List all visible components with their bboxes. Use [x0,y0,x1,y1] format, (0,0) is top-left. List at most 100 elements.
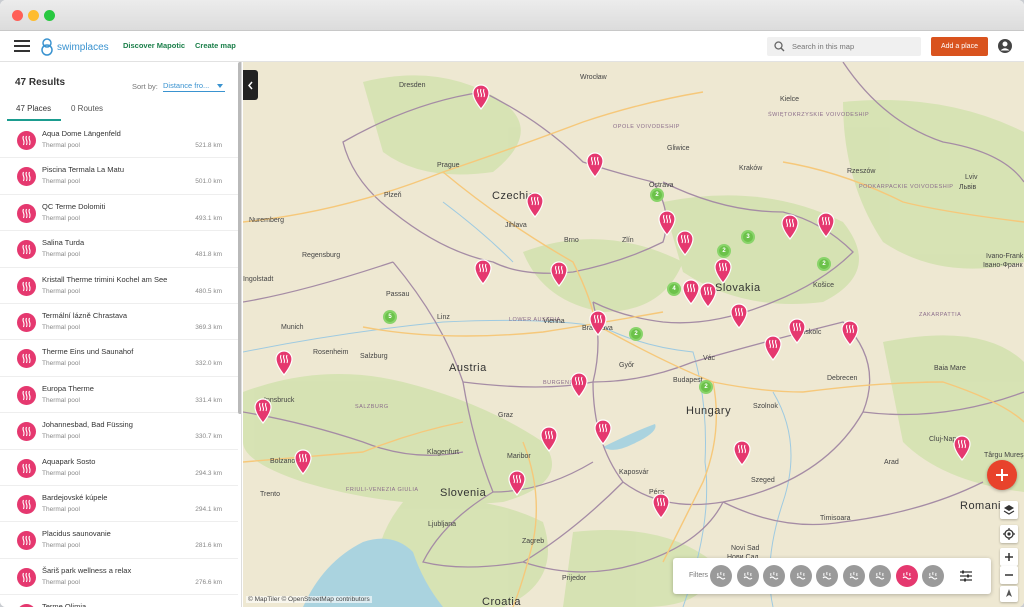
marker-cluster[interactable]: 4 [667,282,681,296]
thermal-pool-marker-icon[interactable] [253,398,273,424]
marker-cluster[interactable]: 2 [717,244,731,258]
region-label: ZAKARPATTIA [919,312,962,318]
thermal-pool-marker-icon[interactable] [952,435,972,461]
thermal-pool-marker-icon[interactable] [525,192,545,218]
lifebuoy-filter-icon[interactable] [869,565,891,587]
thermal-pool-marker-icon[interactable] [539,426,559,452]
list-item[interactable]: Šariš park wellness a relax Thermal pool 2… [0,559,238,596]
map-canvas[interactable]: OPOLE VOIVODESHIP ŚWIĘTOKRZYSKIE VOIVODE… [243,62,1024,607]
results-tabs: 47 Places 0 Routes [0,99,241,121]
city-label: Gliwice [667,145,690,152]
city-label: Nuremberg [249,217,285,224]
collapse-sidebar-button[interactable] [243,70,258,100]
list-item[interactable]: Piscina Termala La Matu Thermal pool 501.0… [0,158,238,195]
brand-logo[interactable]: swimplaces [40,37,109,57]
marker-cluster[interactable]: 3 [741,230,755,244]
sort-label: Sort by: [132,82,158,91]
city-label: Timisoara [820,515,851,522]
thermal-pool-marker-icon[interactable] [681,279,701,305]
thermal-pool-marker-icon[interactable] [675,230,695,256]
thermal-pool-marker-icon[interactable] [585,152,605,178]
add-place-button[interactable]: Add a place [931,37,988,56]
list-item[interactable]: Europa Therme Thermal pool 331.4 km [0,377,238,414]
list-item[interactable]: Bardejovské kúpele Thermal pool 294.1 km [0,486,238,523]
list-item[interactable]: Termální lázně Chrastava Thermal pool 369.… [0,304,238,341]
nav-discover-mapotic[interactable]: Discover Mapotic [123,41,185,50]
zoom-out-button[interactable] [1000,566,1018,584]
map-attribution[interactable]: © MapTiler © OpenStreetMap contributors [246,596,372,603]
thermal-pool-marker-icon[interactable] [651,493,671,519]
thermal-pool-marker-icon[interactable] [787,318,807,344]
zoom-in-button[interactable] [1000,548,1018,566]
account-icon[interactable] [997,38,1013,54]
place-name: Bardejovské kúpele [42,492,108,502]
thermal-pool-marker-icon[interactable] [840,320,860,346]
swimplaces-logo-icon [41,38,53,56]
list-item[interactable]: Kristall Therme trimini Kochel am See The… [0,268,238,304]
thermal-pool-marker-icon[interactable] [471,84,491,110]
thermal-pool-marker-icon[interactable] [569,372,589,398]
marker-cluster[interactable]: 2 [650,188,664,202]
city-label: Debrecen [827,375,858,382]
thermal-pool-marker-icon[interactable] [507,470,527,496]
minimize-window-button[interactable] [28,10,39,21]
thermal-pool-marker-icon[interactable] [698,282,718,308]
thermal-pool-marker-icon[interactable] [593,419,613,445]
marker-cluster[interactable]: 2 [817,257,831,271]
marker-cluster[interactable]: 2 [629,327,643,341]
close-window-button[interactable] [12,10,23,21]
tab-routes[interactable]: 0 Routes [71,104,103,113]
thermal-pool-marker-icon[interactable] [780,214,800,240]
thermal-pool-marker-icon[interactable] [729,303,749,329]
city-label: Dresden [399,82,426,89]
list-item[interactable]: Aqua Dome Längenfeld Thermal pool 521.8 km [0,122,238,159]
thermal-pool-marker-icon[interactable] [473,259,493,285]
list-item[interactable]: Terme Olimia [0,595,238,607]
list-item[interactable]: Salina Turda Thermal pool 481.8 km [0,231,238,268]
thermal-pool-icon [17,240,36,260]
boat-filter-icon[interactable] [736,565,759,587]
list-item[interactable]: Johannesbad, Bad Füssing Thermal pool 330.… [0,413,238,450]
sauna-filter-icon[interactable] [922,565,944,587]
building-filter-icon[interactable] [816,565,838,587]
search-icon [774,41,785,52]
thermal-pool-marker-icon[interactable] [549,261,569,287]
list-item[interactable]: Placidus saunovanie Thermal pool 281.6 km [0,522,238,559]
thermal-pool-icon [17,203,36,223]
thermal-pool-marker-icon[interactable] [588,310,608,336]
tab-places[interactable]: 47 Places [16,104,51,113]
layers-button[interactable] [1000,501,1018,519]
locate-me-button[interactable] [1000,525,1018,543]
nav-create-map[interactable]: Create map [195,41,236,50]
list-item[interactable]: QC Terme Dolomiti Thermal pool 493.1 km [0,195,238,232]
sidebar-scrollbar[interactable] [238,62,241,414]
add-place-fab[interactable] [987,460,1017,490]
city-label: Košice [813,282,835,289]
marker-cluster[interactable]: 5 [383,310,397,324]
thermal-pool-marker-icon[interactable] [816,212,836,238]
menu-icon[interactable] [14,40,30,52]
indoor-pool-filter-icon[interactable] [789,565,812,587]
compass-button[interactable] [1000,586,1018,602]
pool-filter-icon[interactable] [763,565,785,587]
list-item[interactable]: Aquapark Sosto Thermal pool 294.3 km [0,450,238,486]
thermal-pool-marker-icon[interactable] [732,440,752,466]
list-item[interactable]: Therme Eins und Saunahof Thermal pool 332.… [0,340,238,377]
thermal-pool-marker-icon[interactable] [657,210,677,236]
lake-filter-icon[interactable] [710,565,732,587]
thermal-filter-icon[interactable] [895,565,918,587]
thermal-pool-marker-icon[interactable] [713,258,733,284]
region-label: FRIULI-VENEZIA GIULIA [346,487,419,493]
maximize-window-button[interactable] [44,10,55,21]
search-input[interactable] [792,40,912,53]
waterpark-filter-icon[interactable] [842,565,865,587]
city-label: Ljubljana [428,521,457,528]
thermal-pool-marker-icon[interactable] [274,350,294,376]
thermal-pool-marker-icon[interactable] [763,335,783,361]
marker-cluster[interactable]: 2 [699,380,713,394]
thermal-pool-marker-icon[interactable] [293,449,313,475]
filter-settings-icon[interactable] [959,569,973,583]
sort-dropdown[interactable]: Distance fro... [163,78,225,92]
map-search[interactable] [767,37,921,56]
city-label: Arad [884,459,899,466]
